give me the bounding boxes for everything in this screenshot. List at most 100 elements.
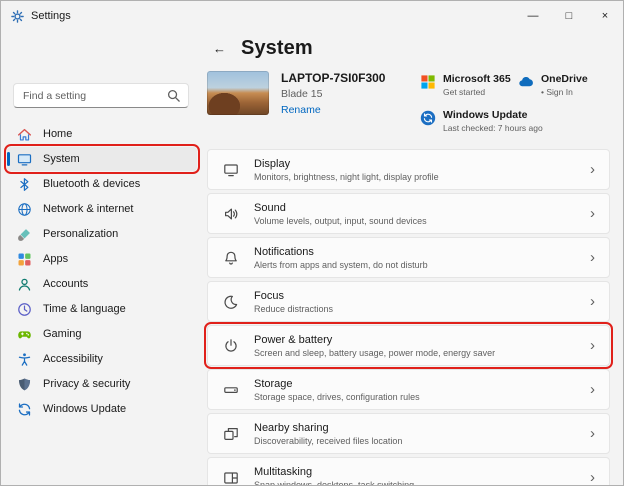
chevron-right-icon: › [590, 469, 595, 486]
settings-card-subtitle: Monitors, brightness, night light, displ… [254, 171, 439, 182]
settings-card-title: Power & battery [254, 333, 333, 346]
settings-gear-icon [11, 9, 24, 23]
quick-card-onedrive[interactable]: OneDrive • Sign In [518, 73, 610, 97]
rename-link[interactable]: Rename [281, 104, 321, 116]
settings-card-focus[interactable]: Focus Reduce distractions › [207, 281, 610, 322]
titlebar: Settings — □ × [1, 1, 623, 31]
privacy-icon [17, 377, 32, 392]
sidebar-item-label: Network & internet [43, 203, 134, 215]
chevron-right-icon: › [590, 161, 595, 178]
settings-card-sound[interactable]: Sound Volume levels, output, input, sound… [207, 193, 610, 234]
nearby-sharing-icon [223, 426, 239, 442]
sidebar-item-apps[interactable]: Apps [7, 247, 197, 271]
sidebar-item-windows-update[interactable]: Windows Update [7, 397, 197, 421]
settings-card-subtitle: Reduce distractions [254, 303, 334, 314]
sidebar-item-system[interactable]: System [4, 144, 200, 174]
search-input[interactable] [13, 83, 189, 108]
settings-card-display[interactable]: Display Monitors, brightness, night light… [207, 149, 610, 190]
sidebar-item-accounts[interactable]: Accounts [7, 272, 197, 296]
sidebar-item-label: Accessibility [43, 353, 103, 365]
home-icon [17, 127, 32, 142]
page-head: ← System [207, 33, 610, 63]
settings-card-power-battery[interactable]: Power & battery Screen and sleep, battery… [204, 322, 613, 369]
settings-card-title: Focus [254, 289, 284, 302]
sidebar-item-label: Home [43, 128, 73, 140]
microsoft-365-icon [420, 74, 436, 90]
search-box [13, 83, 189, 108]
sidebar-item-personalization[interactable]: Personalization [7, 222, 197, 246]
settings-card-title: Storage [254, 377, 293, 390]
settings-card-title: Display [254, 157, 291, 170]
windows-update-icon [17, 402, 32, 417]
settings-card-multitasking[interactable]: Multitasking Snap windows, desktops, task… [207, 457, 610, 486]
chevron-right-icon: › [590, 249, 595, 266]
sidebar-item-privacy-security[interactable]: Privacy & security [7, 372, 197, 396]
main-content: ← System LAPTOP-7SI0F300 Blade 15 Rename… [203, 31, 623, 486]
maximize-button[interactable]: □ [551, 1, 587, 31]
chevron-right-icon: › [590, 337, 595, 354]
apps-icon [17, 252, 32, 267]
settings-card-title: Multitasking [254, 465, 313, 478]
sound-icon [223, 206, 239, 222]
titlebar-left: Settings [1, 9, 71, 23]
sidebar-item-label: Gaming [43, 328, 82, 340]
accessibility-icon [17, 352, 32, 367]
sidebar-nav: Home System Bluetooth & devices Network & i… [1, 122, 203, 421]
sidebar-item-gaming[interactable]: Gaming [7, 322, 197, 346]
quick-links: Microsoft 365 Get started OneDrive • Sign I… [420, 71, 610, 133]
chevron-right-icon: › [590, 205, 595, 222]
display-icon [223, 162, 239, 178]
settings-card-subtitle: Screen and sleep, battery usage, power m… [254, 347, 496, 358]
settings-card-storage[interactable]: Storage Storage space, drives, configurat… [207, 369, 610, 410]
sidebar-item-network-internet[interactable]: Network & internet [7, 197, 197, 221]
quick-card-microsoft-365[interactable]: Microsoft 365 Get started [420, 73, 518, 97]
quick-card-title: Windows Update [443, 109, 528, 121]
settings-window: Settings — □ × Home System Bluetooth & dev… [0, 0, 624, 486]
close-button[interactable]: × [587, 1, 623, 31]
device-info: LAPTOP-7SI0F300 Blade 15 Rename [281, 71, 385, 118]
settings-card-notifications[interactable]: Notifications Alerts from apps and system… [207, 237, 610, 278]
device-thumbnail [207, 71, 269, 115]
quick-card-subtitle: • Sign In [541, 87, 573, 97]
settings-card-nearby-sharing[interactable]: Nearby sharing Discoverability, received … [207, 413, 610, 454]
back-button[interactable]: ← [207, 39, 232, 58]
gaming-icon [17, 327, 32, 342]
bluetooth-icon [17, 177, 32, 192]
sidebar-item-label: System [43, 153, 80, 165]
sidebar-item-bluetooth-devices[interactable]: Bluetooth & devices [7, 172, 197, 196]
quick-card-subtitle: Get started [443, 87, 486, 97]
power-icon [223, 338, 239, 354]
quick-card-windows-update[interactable]: Windows Update Last checked: 7 hours ago [420, 109, 610, 133]
sidebar-item-label: Accounts [43, 278, 89, 290]
settings-card-subtitle: Storage space, drives, configuration rul… [254, 391, 420, 402]
personalization-icon [17, 227, 32, 242]
quick-card-title: Microsoft 365 [443, 73, 511, 85]
time-language-icon [17, 302, 32, 317]
page-title: System [241, 36, 313, 59]
sidebar-item-label: Apps [43, 253, 69, 265]
multitasking-icon [223, 470, 239, 486]
chevron-right-icon: › [590, 381, 595, 398]
device-name: LAPTOP-7SI0F300 [281, 71, 386, 85]
settings-card-title: Sound [254, 201, 286, 214]
sidebar-item-time-language[interactable]: Time & language [7, 297, 197, 321]
sidebar-item-label: Bluetooth & devices [43, 178, 141, 190]
app-body: Home System Bluetooth & devices Network & i… [1, 31, 623, 486]
quick-card-subtitle: Last checked: 7 hours ago [443, 123, 543, 133]
device-header: LAPTOP-7SI0F300 Blade 15 Rename Microsof… [207, 71, 610, 133]
network-icon [17, 202, 32, 217]
settings-card-title: Nearby sharing [254, 421, 329, 434]
window-controls: — □ × [515, 1, 623, 31]
window-title: Settings [31, 10, 71, 22]
sidebar-item-label: Time & language [43, 303, 126, 315]
minimize-button[interactable]: — [515, 1, 551, 31]
settings-card-subtitle: Alerts from apps and system, do not dist… [254, 259, 428, 270]
notifications-icon [223, 250, 239, 266]
sidebar-item-home[interactable]: Home [7, 122, 197, 146]
sidebar-item-accessibility[interactable]: Accessibility [7, 347, 197, 371]
settings-list: Display Monitors, brightness, night light… [204, 149, 613, 486]
settings-card-subtitle: Snap windows, desktops, task switching [254, 479, 415, 486]
sidebar: Home System Bluetooth & devices Network & i… [1, 31, 203, 485]
accounts-icon [17, 277, 32, 292]
onedrive-icon [518, 74, 534, 90]
